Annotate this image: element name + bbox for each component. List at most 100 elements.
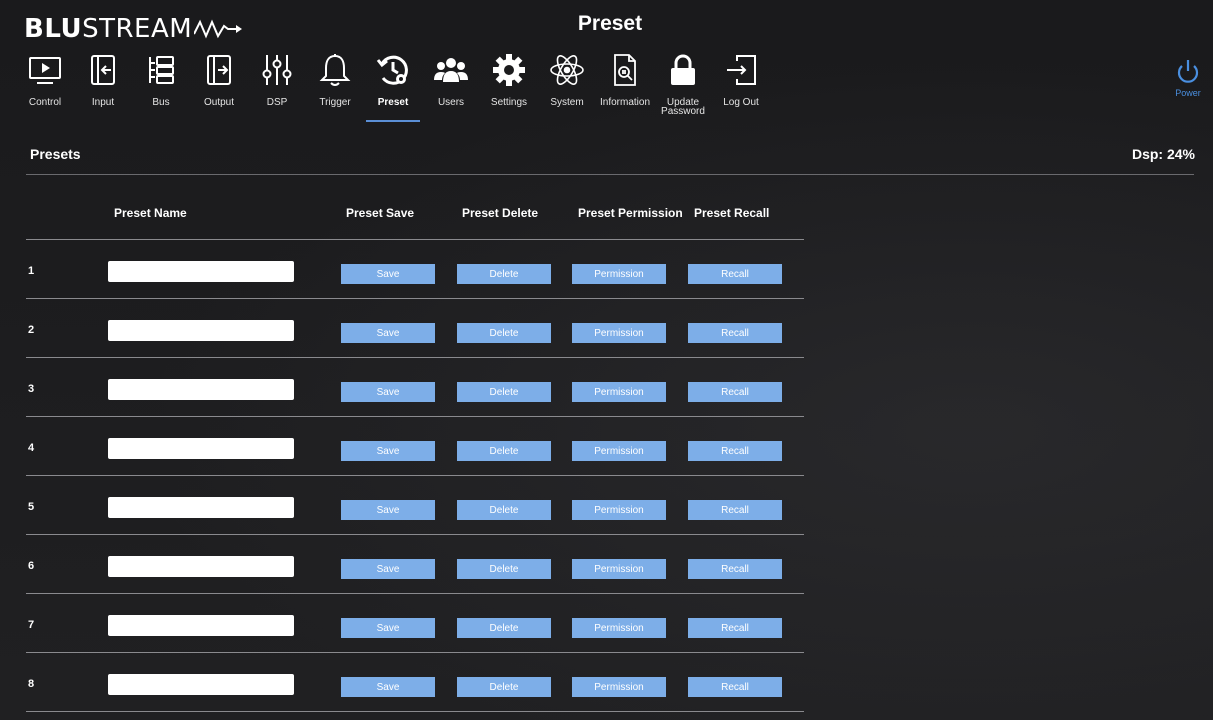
page-title: Preset [577, 12, 643, 35]
table-header: Preset Name Preset Save Preset Delete Pr… [26, 196, 804, 240]
nav-information[interactable]: Information [596, 48, 654, 122]
col-preset-save: Preset Save [346, 206, 415, 220]
permission-button[interactable]: Permission [572, 382, 666, 402]
nav-input[interactable]: Input [74, 48, 132, 122]
permission-button[interactable]: Permission [572, 500, 666, 520]
save-button[interactable]: Save [341, 441, 435, 461]
col-preset-permission: Preset Permission [578, 206, 683, 220]
nav-label: Log Out [723, 97, 759, 108]
nav-label: Users [437, 97, 465, 108]
preset-name-input[interactable] [108, 438, 294, 459]
permission-button[interactable]: Permission [572, 618, 666, 638]
preset-number: 8 [28, 678, 35, 690]
nav-label: Information [599, 97, 651, 108]
table-row: 3 Save Delete Permission Recall [26, 358, 804, 417]
table-body: 1 Save Delete Permission Recall 2 Save Delete Pe… [26, 240, 804, 712]
nav-trigger[interactable]: Trigger [306, 48, 364, 122]
logo-rest-text: STREAM [82, 14, 193, 44]
delete-button[interactable]: Delete [457, 264, 551, 284]
nav-system[interactable]: System [538, 48, 596, 122]
delete-button[interactable]: Delete [457, 677, 551, 697]
preset-number: 6 [28, 560, 35, 572]
permission-button[interactable]: Permission [572, 441, 666, 461]
recall-button[interactable]: Recall [688, 500, 782, 520]
nav-control[interactable]: Control [16, 48, 74, 122]
nav-dsp[interactable]: DSP [248, 48, 306, 122]
preset-name-input[interactable] [108, 615, 294, 636]
nav-label: Control [28, 97, 62, 108]
nav-output[interactable]: Output [190, 48, 248, 122]
recall-button[interactable]: Recall [688, 677, 782, 697]
gear-icon [489, 48, 529, 92]
sliders-icon [257, 48, 297, 92]
delete-button[interactable]: Delete [457, 559, 551, 579]
delete-button[interactable]: Delete [457, 323, 551, 343]
recall-button[interactable]: Recall [688, 618, 782, 638]
permission-button[interactable]: Permission [572, 559, 666, 579]
table-row: 1 Save Delete Permission Recall [26, 240, 804, 299]
app-header: BLUSTREAM Preset Control Input Bus Outpu… [0, 0, 1213, 126]
recall-button[interactable]: Recall [688, 264, 782, 284]
presets-table: Preset Name Preset Save Preset Delete Pr… [26, 196, 804, 712]
table-row: 5 Save Delete Permission Recall [26, 476, 804, 535]
col-preset-recall: Preset Recall [694, 206, 770, 220]
delete-button[interactable]: Delete [457, 618, 551, 638]
delete-button[interactable]: Delete [457, 382, 551, 402]
nav-label: Preset [377, 97, 409, 108]
lock-icon [663, 48, 703, 92]
recall-button[interactable]: Recall [688, 382, 782, 402]
preset-name-input[interactable] [108, 497, 294, 518]
recall-button[interactable]: Recall [688, 323, 782, 343]
save-button[interactable]: Save [341, 323, 435, 343]
nav-label: Update Password [661, 97, 705, 117]
preset-name-input[interactable] [108, 320, 294, 341]
recall-button[interactable]: Recall [688, 559, 782, 579]
section-title: Presets [30, 146, 81, 162]
preset-number: 1 [28, 265, 35, 277]
save-button[interactable]: Save [341, 618, 435, 638]
dsp-usage: Dsp: 24% [1131, 146, 1195, 162]
preset-number: 3 [28, 383, 35, 395]
nav-label: Output [203, 97, 235, 108]
nav-bus[interactable]: Bus [132, 48, 190, 122]
preset-number: 7 [28, 619, 35, 631]
permission-button[interactable]: Permission [572, 264, 666, 284]
table-row: 8 Save Delete Permission Recall [26, 653, 804, 712]
save-button[interactable]: Save [341, 382, 435, 402]
preset-number: 4 [28, 442, 35, 454]
nav-settings[interactable]: Settings [480, 48, 538, 122]
input-arrow-icon [83, 48, 123, 92]
logo-bold-text: BLU [24, 14, 83, 44]
preset-name-input[interactable] [108, 556, 294, 577]
preset-number: 5 [28, 501, 35, 513]
preset-number: 2 [28, 324, 35, 336]
logout-icon [721, 48, 761, 92]
nav-update-password[interactable]: Update Password [654, 48, 712, 122]
nav-logout[interactable]: Log Out [712, 48, 770, 122]
nav-label: Settings [490, 97, 528, 108]
blustream-logo: BLUSTREAM [24, 12, 243, 46]
save-button[interactable]: Save [341, 677, 435, 697]
delete-button[interactable]: Delete [457, 500, 551, 520]
save-button[interactable]: Save [341, 500, 435, 520]
table-row: 4 Save Delete Permission Recall [26, 417, 804, 476]
nav-preset[interactable]: Preset [364, 48, 422, 122]
power-button[interactable]: Power [1166, 58, 1210, 98]
permission-button[interactable]: Permission [572, 323, 666, 343]
users-icon [431, 48, 471, 92]
preset-name-input[interactable] [108, 379, 294, 400]
permission-button[interactable]: Permission [572, 677, 666, 697]
preset-name-input[interactable] [108, 674, 294, 695]
col-preset-name: Preset Name [114, 206, 187, 220]
save-button[interactable]: Save [341, 264, 435, 284]
table-row: 7 Save Delete Permission Recall [26, 594, 804, 653]
nav-users[interactable]: Users [422, 48, 480, 122]
section-divider [26, 174, 1194, 175]
nav-label: Input [91, 97, 115, 108]
nav-label: System [550, 97, 584, 108]
delete-button[interactable]: Delete [457, 441, 551, 461]
save-button[interactable]: Save [341, 559, 435, 579]
document-search-icon [605, 48, 645, 92]
recall-button[interactable]: Recall [688, 441, 782, 461]
preset-name-input[interactable] [108, 261, 294, 282]
